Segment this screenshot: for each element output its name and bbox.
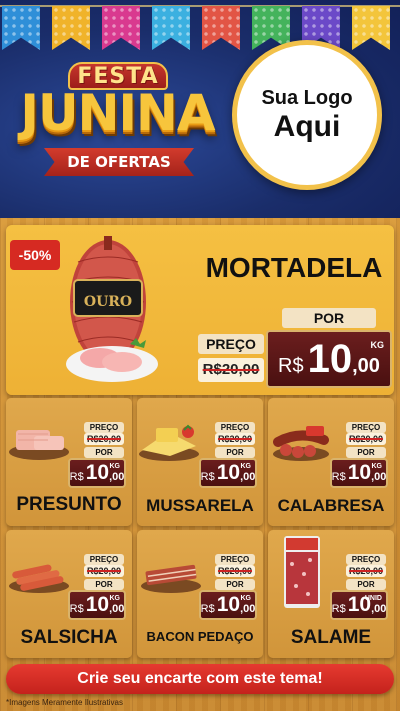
new-price: R$ 10,00 KG [330,458,388,488]
price-integer: 10 [216,461,241,484]
product-name-salame: SALAME [290,627,372,648]
presunto-image [9,430,69,460]
por-label: POR [84,579,124,590]
bunting-flag [52,6,90,50]
price-unit: UNID [364,595,382,602]
new-price: R$ 10,00 KG [199,590,257,620]
calabresa-image [273,426,329,461]
currency: R$ [331,471,346,483]
logo-placeholder: Sua Logo Aqui [232,40,382,190]
header-banner: FESTA JUNINA DE OFERTAS Sua Logo Aqui [0,0,400,218]
featured-old-price: R$20,00 [198,358,264,382]
price-decimal: ,00 [240,603,256,615]
logo-line-2: Aqui [273,110,341,143]
price-decimal: ,00 [352,354,380,377]
mortadela-image: OURO [66,236,158,382]
por-label: POR [346,579,386,590]
price-decimal: ,00 [371,471,387,483]
price-decimal: ,00 [371,603,387,615]
price-label: PREÇO [215,422,255,433]
price-label: PREÇO [346,422,386,433]
logo-line-1: Sua Logo [261,87,353,109]
old-price: R$20,00 [215,433,255,445]
currency: R$ [69,603,84,615]
por-label: POR [84,447,124,458]
salame-image [284,536,320,608]
price-integer: 10 [216,593,241,616]
price-label: PREÇO [215,554,255,565]
price-unit: KG [371,463,383,470]
product-name-salsicha: SALSICHA [20,627,118,648]
currency: R$ [200,471,215,483]
old-price: R$20,00 [84,565,124,577]
disclaimer-text: *Imagens Meramente Ilustrativas [6,698,123,707]
featured-product-name: MORTADELA [205,252,383,283]
featured-por-label: POR [282,308,376,328]
festa-junina-title: FESTA JUNINA DE OFERTAS [10,58,225,188]
price-decimal: ,00 [240,471,256,483]
price-unit: KG [240,463,252,470]
old-price: R$20,00 [84,433,124,445]
price-unit: KG [109,595,121,602]
price-decimal: ,00 [109,603,125,615]
price-integer: 10 [347,461,372,484]
new-price: R$ 10,00 UNID [330,590,388,620]
por-label: POR [346,447,386,458]
currency: R$ [69,471,84,483]
featured-new-price: R$ 10 ,00 KG [266,330,392,388]
new-price: R$ 10,00 KG [199,458,257,488]
cta-button[interactable]: Crie seu encarte com este tema! [6,664,394,694]
old-price: R$20,00 [346,433,386,445]
bunting-flag [152,6,190,50]
bunting-flag [202,6,240,50]
product-name-calabresa: CALABRESA [277,496,385,515]
title-ofertas: DE OFERTAS [67,153,171,171]
price-integer: 10 [307,336,353,381]
price-integer: 10 [85,461,110,484]
price-label: PREÇO [84,554,124,565]
price-decimal: ,00 [109,471,125,483]
price-integer: 10 [85,593,110,616]
price-unit: KG [240,595,252,602]
product-name-presunto: PRESUNTO [16,494,122,515]
brand-label: OURO [84,294,132,310]
title-junina: JUNINA [20,84,215,142]
new-price: R$ 10,00 KG [68,590,126,620]
price-unit: KG [370,340,385,350]
bunting-flag [2,6,40,50]
price-unit: KG [109,463,121,470]
featured-price-label: PREÇO [198,334,264,354]
por-label: POR [215,447,255,458]
product-name-mussarela: MUSSARELA [146,496,254,515]
new-price: R$ 10,00 KG [68,458,126,488]
old-price: R$20,00 [215,565,255,577]
currency: R$ [200,603,215,615]
por-label: POR [215,579,255,590]
discount-badge: -50% [10,240,60,270]
product-name-bacon: BACON PEDAÇO [146,629,254,644]
currency: R$ [278,354,304,377]
salsicha-image [9,564,69,593]
mussarela-image [139,424,199,461]
old-price: R$20,00 [346,565,386,577]
bunting-flag [102,6,140,50]
bacon-image [141,564,201,593]
bunting-flag [352,6,390,50]
currency: R$ [331,603,346,615]
price-label: PREÇO [346,554,386,565]
price-label: PREÇO [84,422,124,433]
